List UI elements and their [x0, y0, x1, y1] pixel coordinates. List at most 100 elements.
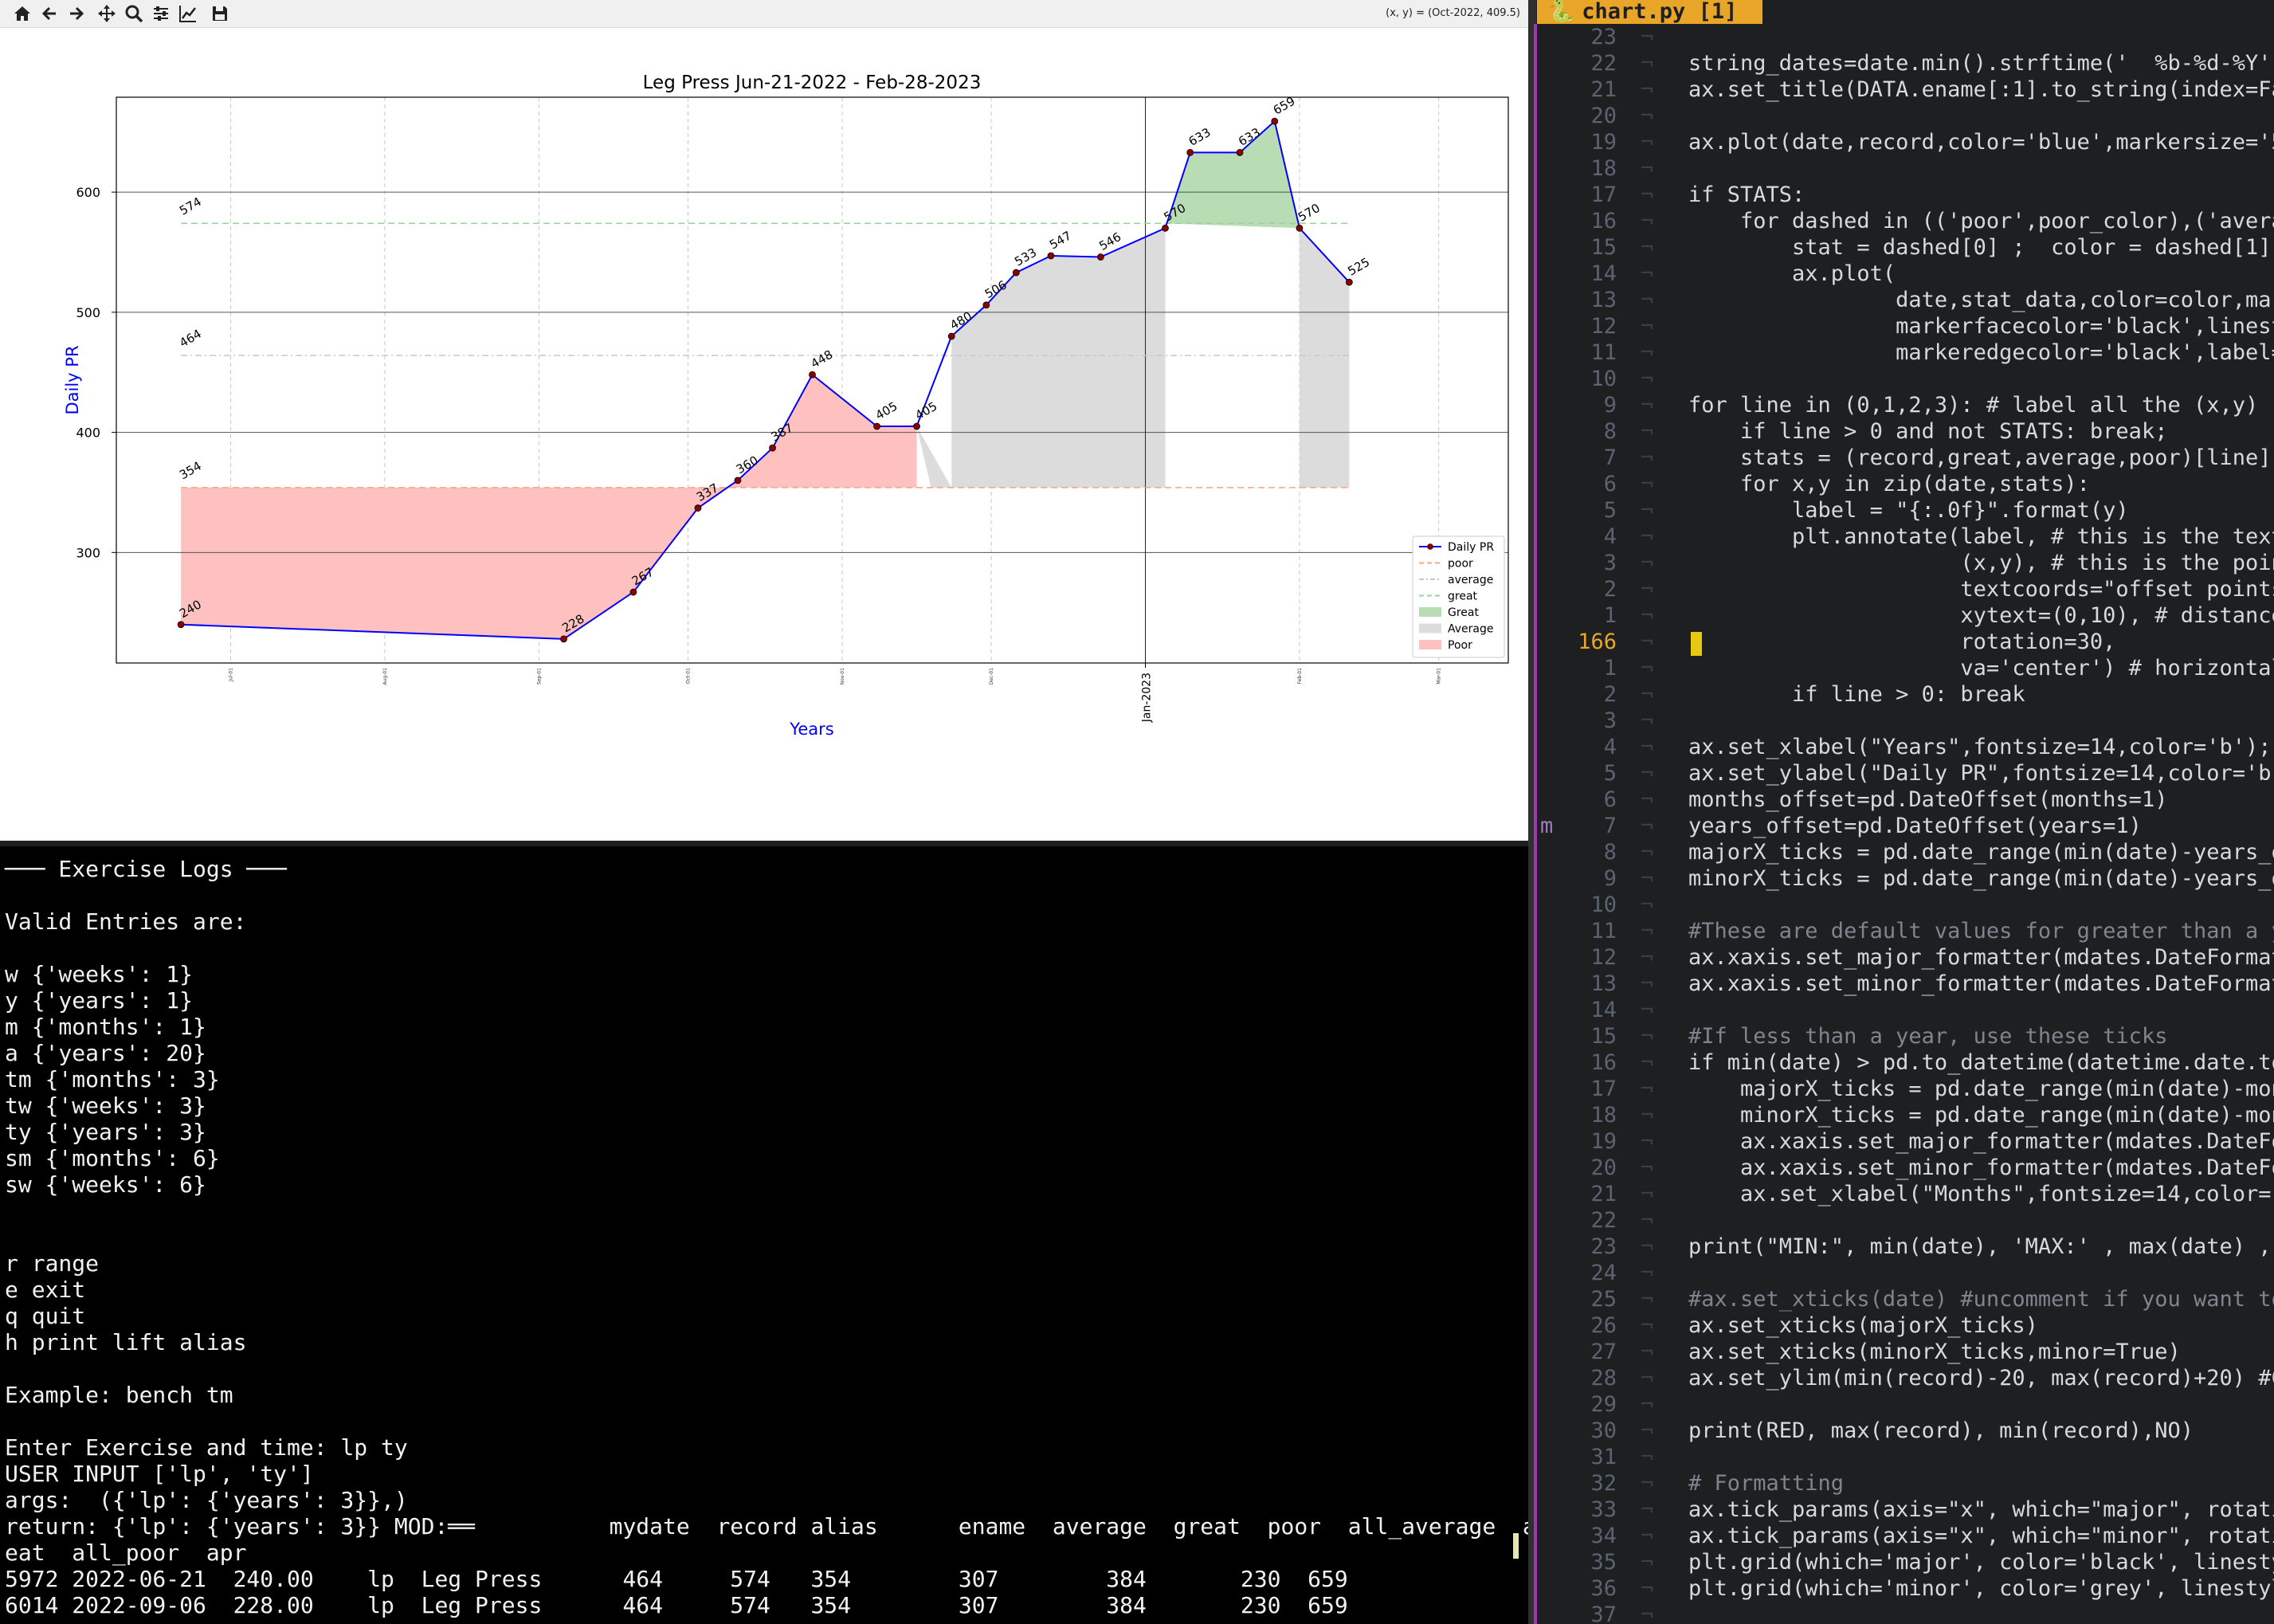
line-number: 9 — [1603, 393, 1617, 418]
code-text: ax.tick_params(axis="x", which="major", … — [1688, 1497, 2274, 1522]
code-text: markerfacecolor='black',linest — [1688, 314, 2274, 339]
terminal-cursor — [1513, 1533, 1519, 1559]
average-fill — [916, 228, 1166, 488]
code-line: 21 ¬ ax.set_title(DATA.ename[:1].to_string… — [1537, 76, 2274, 103]
y-axis-label: Daily PR — [63, 345, 82, 414]
data-point — [913, 422, 920, 430]
terminal-line: sm {'months': 6} — [5, 1145, 220, 1171]
data-point — [873, 422, 881, 430]
code-text: #ax.set_xticks(date) #uncomment if you w… — [1688, 1287, 2274, 1312]
whitespace-marker: ¬ — [1641, 104, 1654, 128]
whitespace-marker: ¬ — [1641, 472, 1654, 496]
whitespace-marker: ¬ — [1641, 288, 1654, 312]
code-line: 20 ¬ — [1537, 103, 2274, 129]
minor-tick-label: Oct-01 — [686, 668, 692, 684]
legend-label: Average — [1448, 623, 1494, 636]
code-line: 20 ¬ ax.xaxis.set_minor_formatter(mdates.… — [1537, 1155, 2274, 1181]
whitespace-marker: ¬ — [1641, 1340, 1654, 1364]
zoom-icon[interactable] — [123, 2, 145, 25]
code-line: 2 ¬ textcoords="offset points — [1537, 576, 2274, 602]
line-number: 33 — [1590, 1497, 1617, 1522]
line-number: 3 — [1603, 551, 1617, 575]
line-number: 9 — [1603, 866, 1617, 891]
home-icon[interactable] — [11, 2, 33, 25]
whitespace-marker: ¬ — [1641, 603, 1654, 628]
code-editor[interactable]: 🐍 chart.py [1] 23 ¬ 22 ¬ string_dates=date.m… — [1537, 0, 2274, 1624]
whitespace-marker: ¬ — [1641, 551, 1654, 575]
save-icon[interactable] — [209, 2, 231, 25]
line-number: 16 — [1590, 209, 1617, 233]
whitespace-marker: ¬ — [1641, 787, 1654, 812]
code-line: 15 ¬ stat = dashed[0] ; color = dashed[1] — [1537, 234, 2274, 261]
whitespace-marker: ¬ — [1641, 1550, 1654, 1575]
code-text: print(RED, max(record), min(record),NO) — [1688, 1418, 2194, 1443]
code-line: 166 ¬ rotation=30, — [1537, 629, 2274, 655]
back-icon[interactable] — [38, 2, 61, 25]
data-point — [1186, 148, 1194, 156]
whitespace-marker: ¬ — [1641, 1077, 1654, 1101]
line-number: 2 — [1603, 682, 1617, 707]
line-number: 8 — [1603, 419, 1617, 444]
code-line: 21 ¬ ax.set_xlabel("Months",fontsize=14,c… — [1537, 1181, 2274, 1207]
minor-tick-label: Feb-01 — [1297, 668, 1303, 685]
terminal[interactable]: ─── Exercise Logs ─── Valid Entries are:… — [0, 846, 1528, 1624]
whitespace-marker: ¬ — [1641, 1366, 1654, 1391]
code-text: ax.tick_params(axis="x", which="minor", … — [1688, 1524, 2274, 1548]
terminal-line: args: ({'lp': {'years': 3}},) — [5, 1487, 408, 1513]
code-line: 8 ¬ if line > 0 and not STATS: break; — [1537, 418, 2274, 445]
code-text: plt.grid(which='minor', color='grey', li… — [1688, 1576, 2274, 1601]
line-number: 27 — [1590, 1340, 1617, 1364]
editor-tab[interactable]: 🐍 chart.py [1] — [1537, 0, 1763, 24]
code-text: ax.set_title(DATA.ename[:1].to_string(in… — [1688, 77, 2274, 102]
whitespace-marker: ¬ — [1641, 209, 1654, 233]
code-text: if STATS: — [1688, 182, 1805, 207]
whitespace-marker: ¬ — [1641, 130, 1654, 155]
code-text: ax.xaxis.set_minor_formatter(mdates.Date… — [1688, 1155, 2274, 1180]
terminal-line: eat all_poor apr — [5, 1540, 247, 1566]
pan-icon[interactable] — [96, 2, 118, 25]
forward-icon[interactable] — [65, 2, 88, 25]
whitespace-marker: ¬ — [1641, 735, 1654, 759]
code-text: ax.set_xlabel("Years",fontsize=14,color=… — [1688, 735, 2272, 759]
line-number: 37 — [1590, 1602, 1617, 1624]
code-line: 3 ¬ — [1537, 708, 2274, 734]
code-text: ax.set_xlabel("Months",fontsize=14,color… — [1688, 1182, 2274, 1206]
whitespace-marker: ¬ — [1641, 235, 1654, 260]
code-line: 2 ¬ if line > 0: break — [1537, 681, 2274, 708]
terminal-line: USER INPUT ['lp', 'ty'] — [5, 1461, 314, 1487]
legend-swatch — [1419, 623, 1441, 634]
line-number: 15 — [1590, 235, 1617, 260]
whitespace-marker: ¬ — [1641, 577, 1654, 602]
poor-fill — [727, 375, 917, 488]
code-line: 19 ¬ ax.xaxis.set_major_formatter(mdates.… — [1537, 1128, 2274, 1155]
whitespace-marker: ¬ — [1641, 1602, 1654, 1624]
code-line: 4 ¬ ax.set_xlabel("Years",fontsize=14,colo… — [1537, 734, 2274, 760]
whitespace-marker: ¬ — [1641, 1050, 1654, 1075]
whitespace-marker: ¬ — [1641, 998, 1654, 1022]
code-line: 23 ¬ — [1537, 24, 2274, 50]
data-point — [1012, 269, 1020, 277]
data-label: 547 — [1047, 229, 1074, 253]
code-text: plt.grid(which='major', color='black', l… — [1688, 1550, 2274, 1575]
code-line: 1 ¬ xytext=(0,10), # distance — [1537, 602, 2274, 629]
code-text: minorX_ticks = pd.date_range(min(date)-m… — [1688, 1103, 2274, 1128]
edit-axis-icon[interactable] — [177, 2, 199, 25]
whitespace-marker: ¬ — [1641, 945, 1654, 970]
plot-toolbar: (x, y) = (Oct-2022, 409.5) — [0, 0, 1528, 28]
editor-body: 23 ¬ 22 ¬ string_dates=date.min().strftime('… — [1537, 24, 2274, 1624]
line-number: 1 — [1603, 603, 1617, 628]
whitespace-marker: ¬ — [1641, 1497, 1654, 1522]
terminal-line: Valid Entries are: — [5, 908, 247, 935]
line-number: 12 — [1590, 945, 1617, 970]
whitespace-marker: ¬ — [1641, 1471, 1654, 1496]
code-line: 35 ¬ plt.grid(which='major', color='black'… — [1537, 1549, 2274, 1575]
legend-label: average — [1448, 574, 1493, 586]
configure-subplots-icon[interactable] — [150, 2, 172, 25]
code-line: 9 ¬ for line in (0,1,2,3): # label all the… — [1537, 392, 2274, 418]
code-line: 9 ¬ minorX_ticks = pd.date_range(min(date)… — [1537, 865, 2274, 892]
y-tick-label: 300 — [76, 545, 100, 560]
whitespace-marker: ¬ — [1641, 419, 1654, 444]
terminal-line: r range — [5, 1250, 100, 1277]
whitespace-marker: ¬ — [1641, 708, 1654, 733]
python-icon: 🐍 — [1548, 0, 1575, 24]
